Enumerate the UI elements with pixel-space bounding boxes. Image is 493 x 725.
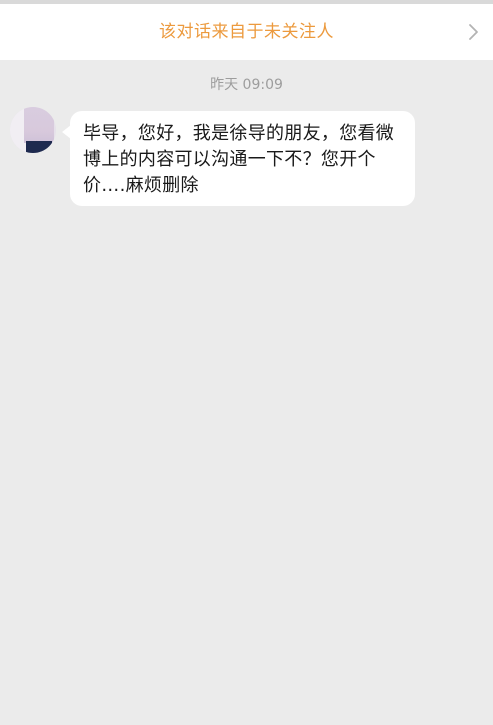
message-text: 毕导，您好，我是徐导的朋友，您看微博上的内容可以沟通一下不？您开个价….麻烦删除: [83, 123, 395, 196]
avatar-image: [10, 107, 56, 153]
bubble-tail: [62, 125, 71, 139]
chevron-right-icon: [469, 24, 478, 40]
unfollowed-notice-bar[interactable]: 该对话来自于未关注人: [0, 0, 493, 60]
unfollowed-notice-text: 该对话来自于未关注人: [159, 22, 334, 42]
message-timestamp: 昨天 09:09: [210, 77, 283, 93]
avatar[interactable]: [8, 95, 62, 159]
message-bubble[interactable]: 毕导，您好，我是徐导的朋友，您看微博上的内容可以沟通一下不？您开个价….麻烦删除: [62, 111, 415, 206]
